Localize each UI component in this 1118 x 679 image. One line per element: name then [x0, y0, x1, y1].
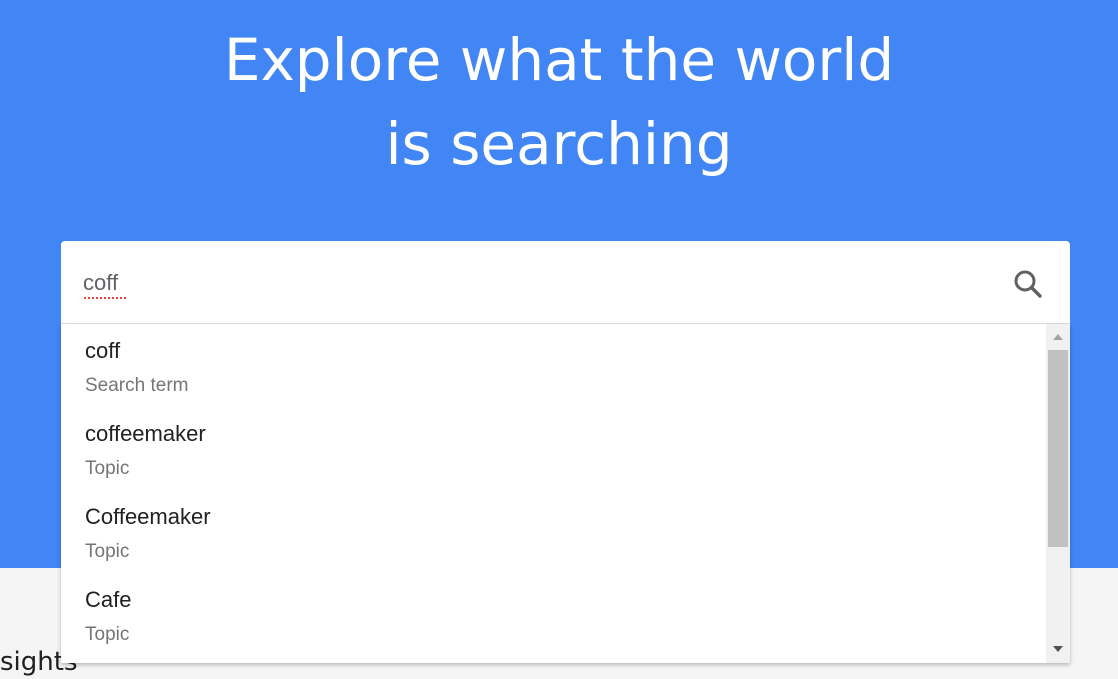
search-input[interactable]: [83, 265, 983, 301]
suggestion-item[interactable]: coff Search term: [61, 324, 1046, 407]
spellcheck-underline: [83, 296, 127, 300]
suggestion-name: Coffeemaker: [85, 504, 211, 529]
suggestion-type: Topic: [85, 541, 130, 562]
dropdown-scrollbar[interactable]: [1046, 324, 1070, 663]
suggestion-name: Cafe: [85, 587, 132, 612]
suggestion-type: Search term: [85, 375, 189, 396]
scroll-down-arrow-icon[interactable]: [1053, 646, 1063, 652]
scrollbar-thumb[interactable]: [1048, 350, 1068, 547]
suggestion-type: Topic: [85, 624, 130, 645]
suggestion-name: coff: [85, 338, 121, 363]
suggestion-name: coffeemaker: [85, 421, 206, 446]
suggestion-item[interactable]: coffeemaker Topic: [61, 407, 1046, 490]
suggestion-item[interactable]: Coffeemaker Topic: [61, 490, 1046, 573]
scroll-up-arrow-icon[interactable]: [1053, 334, 1063, 340]
hero-title: Explore what the world is searching: [0, 18, 1118, 186]
search-box: [61, 241, 1070, 324]
hero-title-line-2: is searching: [385, 110, 733, 178]
suggestion-type: Topic: [85, 458, 130, 479]
search-icon[interactable]: [1011, 267, 1045, 301]
suggestion-item[interactable]: Cafe Topic: [61, 573, 1046, 656]
hero-title-line-1: Explore what the world: [223, 26, 895, 94]
autocomplete-dropdown: coff Search term coffeemaker Topic Coffe…: [61, 324, 1070, 663]
